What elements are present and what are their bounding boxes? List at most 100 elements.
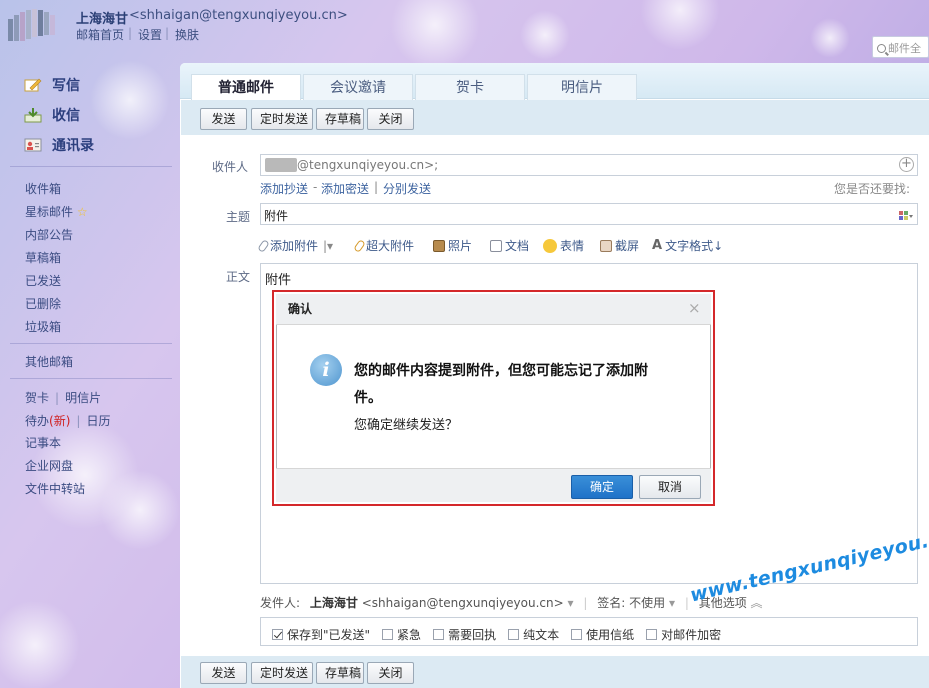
text-format-button[interactable]: A 文字格式↓ — [652, 237, 723, 254]
dialog-header — [276, 294, 711, 325]
bokeh-decoration — [520, 10, 570, 60]
signature-label: 签名: — [597, 596, 626, 610]
sidebar-item-disk[interactable]: 企业网盘 — [25, 457, 73, 474]
tab-meeting-invite[interactable]: 会议邀请 — [303, 74, 413, 100]
option-label: 纯文本 — [523, 628, 560, 642]
sidebar-item-starred[interactable]: 星标邮件 ☆ — [25, 203, 88, 220]
chevron-up-icon[interactable]: ︽ — [751, 596, 763, 610]
option-save-sent[interactable]: 保存到"已发送" — [272, 626, 370, 643]
sidebar-item-greeting-card[interactable]: 贺卡 — [25, 391, 49, 405]
large-attachment-button[interactable]: 超大附件 — [353, 237, 414, 254]
scheduled-send-button[interactable]: 定时发送 — [251, 108, 313, 130]
scissors-icon — [600, 239, 612, 252]
close-button-bottom[interactable]: 关闭 — [367, 662, 414, 684]
screenshot-button[interactable]: 截屏 — [600, 237, 639, 254]
info-icon: i — [310, 354, 342, 386]
sidebar-item-other-mail[interactable]: 其他邮箱 — [25, 353, 73, 370]
body-label: 正文 — [226, 270, 251, 284]
emoji-button[interactable]: 表情 — [543, 237, 584, 254]
signature-value[interactable]: 不使用 — [629, 596, 665, 610]
document-button[interactable]: 文档 — [490, 237, 529, 254]
sidebar-item-transfer[interactable]: 文件中转站 — [25, 480, 85, 497]
bokeh-decoration — [810, 18, 850, 58]
sidebar-item-announcements[interactable]: 内部公告 — [25, 226, 73, 243]
dialog-message-line-2: 件。 — [354, 390, 382, 406]
sidebar-divider — [10, 343, 172, 344]
close-button[interactable]: 关闭 — [367, 108, 414, 130]
option-urgent[interactable]: 紧急 — [382, 626, 421, 643]
sidebar-item-calendar[interactable]: 日历 — [86, 414, 110, 428]
sidebar-item-drafts[interactable]: 草稿箱 — [25, 249, 61, 266]
sidebar-item-todo[interactable]: 待办(新) — [25, 414, 70, 428]
close-icon[interactable]: × — [688, 299, 701, 317]
emoji-icon — [543, 238, 557, 253]
mailbox-home-link[interactable]: 邮箱首页 — [76, 26, 124, 43]
option-label: 紧急 — [397, 628, 422, 642]
sidebar-contacts-label: 通讯录 — [52, 138, 94, 154]
confirm-ok-button[interactable]: 确定 — [571, 475, 633, 499]
photo-icon — [433, 239, 445, 252]
add-cc-link[interactable]: 添加抄送 — [260, 180, 308, 197]
user-name: 上海海甘 — [76, 12, 129, 27]
send-button-bottom[interactable]: 发送 — [200, 662, 247, 684]
sidebar-item-sent[interactable]: 已发送 — [25, 272, 61, 289]
checkbox[interactable] — [433, 629, 445, 640]
sidebar-item-notes[interactable]: 记事本 — [25, 434, 61, 451]
separate-send-link[interactable]: 分别发送 — [383, 180, 431, 197]
option-plain-text[interactable]: 纯文本 — [508, 626, 559, 643]
bokeh-decoration — [90, 60, 170, 140]
add-attachment-button[interactable]: 添加附件 |▾ — [257, 237, 333, 254]
checkbox[interactable] — [508, 629, 520, 640]
option-label: 保存到"已发送" — [287, 628, 371, 642]
option-stationery[interactable]: 使用信纸 — [571, 626, 634, 643]
tab-normal-mail[interactable]: 普通邮件 — [191, 74, 301, 100]
search-input[interactable]: 邮件全 — [872, 36, 929, 58]
save-draft-button-bottom[interactable]: 存草稿 — [316, 662, 364, 684]
signature-chevron-icon[interactable]: ▾ — [669, 596, 675, 610]
add-attachment-label: 添加附件 — [270, 239, 319, 253]
sidebar-inbox[interactable]: 收信 — [24, 105, 80, 125]
sidebar-item-starred-label: 星标邮件 — [25, 205, 74, 219]
add-bcc-link[interactable]: 添加密送 — [321, 180, 369, 197]
confirm-cancel-button[interactable]: 取消 — [639, 475, 701, 499]
link-separator: | — [128, 26, 133, 40]
options-list: 保存到"已发送" 紧急 需要回执 纯文本 使用信纸 对邮件加密 — [272, 626, 721, 643]
subject-color-picker-icon[interactable] — [899, 210, 913, 220]
option-label: 对邮件加密 — [661, 628, 722, 642]
paperclip-icon — [257, 238, 270, 253]
search-placeholder: 邮件全 — [888, 42, 921, 55]
scheduled-send-button-bottom[interactable]: 定时发送 — [251, 662, 313, 684]
checkbox[interactable] — [646, 629, 658, 640]
tab-greeting-card[interactable]: 贺卡 — [415, 74, 525, 100]
body-text: 附件 — [265, 273, 292, 288]
sidebar-compose[interactable]: 写信 — [24, 75, 80, 95]
option-encrypt[interactable]: 对邮件加密 — [646, 626, 721, 643]
add-recipient-icon[interactable]: + — [899, 157, 914, 172]
send-button[interactable]: 发送 — [200, 108, 247, 130]
checkbox-checked[interactable] — [272, 629, 283, 640]
skin-link[interactable]: 换肤 — [175, 26, 199, 43]
sender-email[interactable]: <shhaigan@tengxunqiyeyou.cn> — [362, 596, 564, 610]
tab-postcard[interactable]: 明信片 — [527, 74, 637, 100]
checkbox[interactable] — [571, 629, 583, 640]
sidebar-item-deleted[interactable]: 已删除 — [25, 295, 61, 312]
screenshot-label: 截屏 — [615, 239, 640, 253]
document-icon — [490, 239, 502, 252]
sidebar-contacts[interactable]: 通讯录 — [24, 135, 94, 155]
sender-chevron-icon[interactable]: ▾ — [568, 596, 574, 610]
to-field[interactable]: @tengxunqiyeyou.cn>; + — [260, 154, 918, 176]
checkbox[interactable] — [382, 629, 394, 640]
pipe-separator: | — [76, 414, 81, 428]
pipe-separator: | — [55, 391, 60, 405]
photo-button[interactable]: 照片 — [433, 237, 472, 254]
chevron-down-icon[interactable]: |▾ — [323, 239, 333, 253]
sidebar-item-spam[interactable]: 垃圾箱 — [25, 318, 61, 335]
search-icon — [877, 44, 886, 53]
save-draft-button[interactable]: 存草稿 — [316, 108, 364, 130]
option-receipt[interactable]: 需要回执 — [433, 626, 496, 643]
settings-link[interactable]: 设置 — [138, 26, 162, 43]
sidebar-item-postcard[interactable]: 明信片 — [65, 391, 101, 405]
link-separator: | — [374, 180, 379, 194]
sidebar-item-inbox[interactable]: 收件箱 — [25, 180, 61, 197]
subject-field[interactable]: 附件 — [260, 203, 918, 225]
